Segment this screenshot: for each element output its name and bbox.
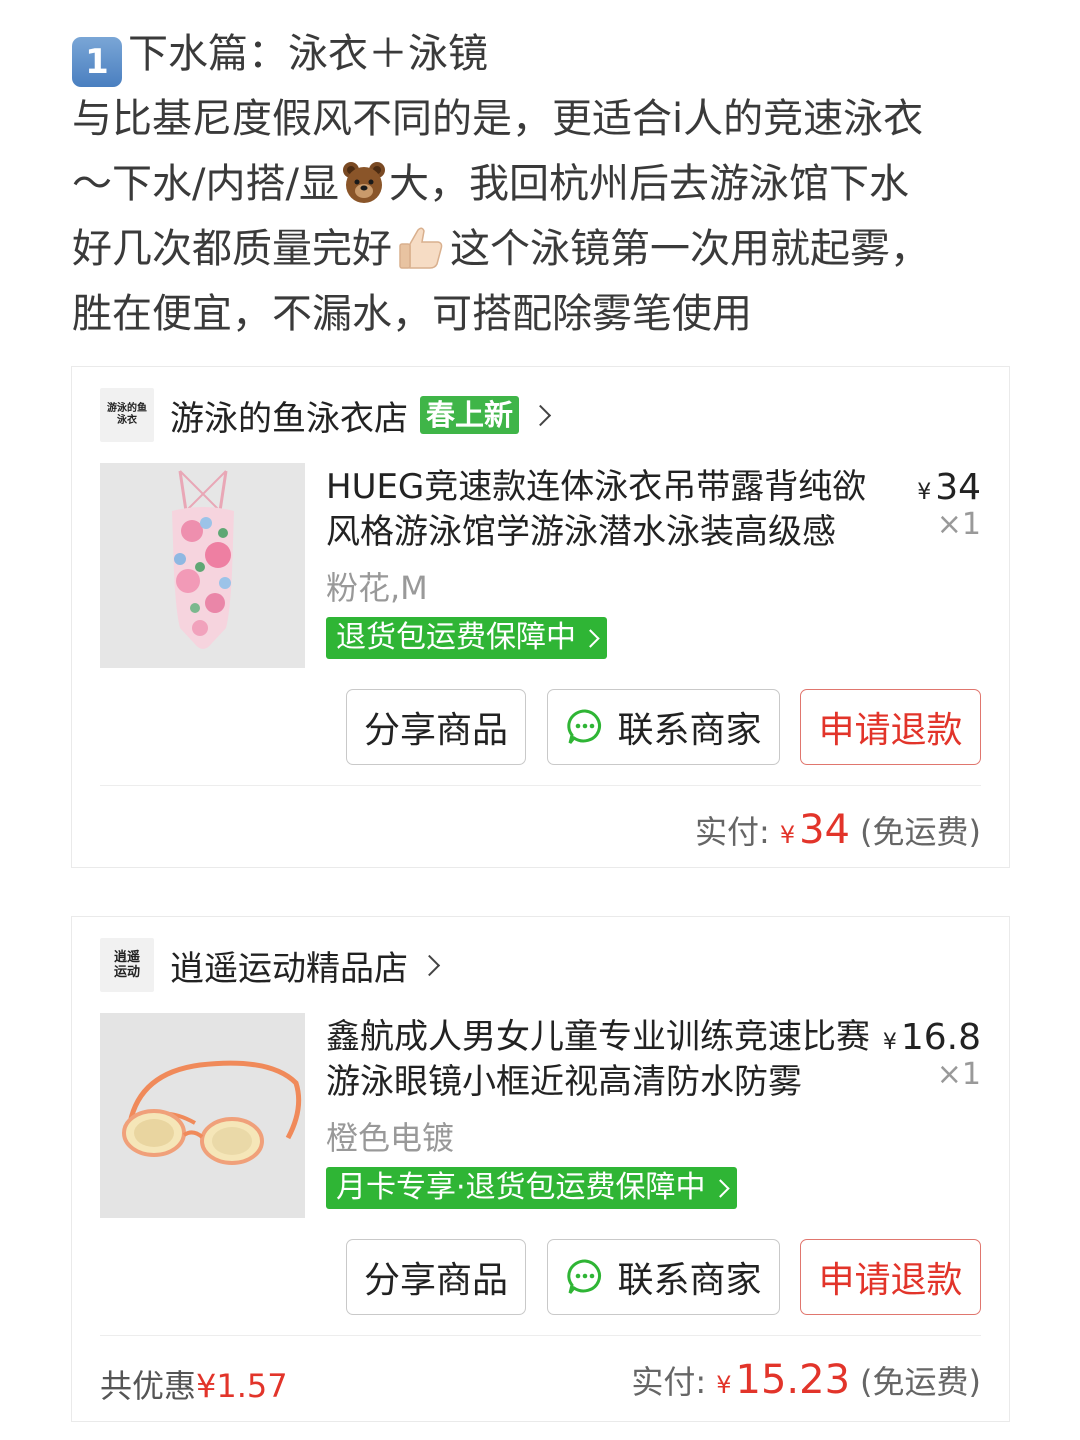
price-value: 16.8	[900, 1017, 981, 1058]
contact-seller-button[interactable]: 联系商家	[547, 689, 780, 765]
product-image-goggles[interactable]	[100, 1013, 305, 1218]
shop-tag-badge: 春上新	[420, 396, 520, 434]
product-quantity: ×1	[936, 507, 981, 542]
chevron-right-icon[interactable]	[529, 404, 552, 426]
product-image-swimsuit[interactable]	[100, 463, 305, 668]
chat-bubble-icon	[567, 709, 602, 744]
chevron-right-icon	[710, 1178, 730, 1198]
contact-seller-label: 联系商家	[617, 710, 762, 751]
price-currency: ¥	[882, 1030, 897, 1055]
guarantee-label: 月卡专享·退货包运费保障中	[336, 1170, 706, 1205]
intro-line-3a: ～下水/内搭/显	[72, 161, 339, 207]
discount-label: 共优惠	[100, 1367, 197, 1405]
shop-name[interactable]: 逍遥运动精品店	[170, 941, 408, 990]
shop-logo: 游泳的鱼 泳衣	[100, 388, 154, 442]
shop-logo-line: 泳衣	[117, 415, 137, 426]
share-product-button[interactable]: 分享商品	[346, 1239, 526, 1315]
order-total: 实付: ¥ 34 (免运费)	[695, 807, 981, 853]
product-title[interactable]: 鑫航成人男女儿童专业训练竞速比赛游泳眼镜小框近视高清防水防雾	[326, 1015, 886, 1105]
shop-header[interactable]: 游泳的鱼 泳衣 游泳的鱼泳衣店 春上新	[100, 387, 552, 443]
intro-line-2: 与比基尼度假风不同的是，更适合i人的竞速泳衣	[72, 96, 924, 142]
total-currency: ¥	[716, 1371, 732, 1399]
intro-line-4b: 这个泳镜第一次用就起雾，	[450, 226, 930, 272]
product-spec: 粉花,M	[326, 569, 428, 607]
monthly-card-guarantee-badge[interactable]: 月卡专享·退货包运费保障中	[326, 1167, 737, 1209]
chevron-right-icon	[581, 628, 600, 648]
price-currency: ¥	[917, 480, 932, 505]
shop-logo-line: 逍遥	[113, 950, 140, 965]
intro-line-3: ～下水/内搭/显 大，我回杭州后去游泳馆下水	[72, 152, 1012, 217]
contact-seller-button[interactable]: 联系商家	[547, 1239, 780, 1315]
bear-face-icon	[342, 162, 385, 203]
shop-logo: 逍遥 运动	[100, 938, 154, 992]
shop-header[interactable]: 逍遥 运动 逍遥运动精品店	[100, 937, 441, 993]
share-product-button[interactable]: 分享商品	[346, 689, 526, 765]
guarantee-label: 退货包运费保障中	[336, 620, 576, 655]
chevron-right-icon[interactable]	[418, 954, 441, 976]
number-one-badge: 1	[72, 37, 122, 87]
post-text: 1 下水篇：泳衣＋泳镜 与比基尼度假风不同的是，更适合i人的竞速泳衣 ～下水/内搭…	[72, 22, 1012, 347]
swimsuit-illustration	[100, 463, 305, 668]
request-refund-button[interactable]: 申请退款	[800, 689, 981, 765]
shop-name[interactable]: 游泳的鱼泳衣店	[170, 391, 408, 440]
request-refund-button[interactable]: 申请退款	[800, 1239, 981, 1315]
intro-line-5: 胜在便宜，不漏水，可搭配除雾笔使用	[72, 291, 752, 337]
shop-logo-line: 运动	[113, 965, 140, 980]
total-currency: ¥	[779, 821, 796, 849]
product-title[interactable]: HUEG竞速款连体泳衣吊带露背纯欲风格游泳馆学游泳潜水泳装高级感	[326, 465, 886, 555]
product-spec: 橙色电镀	[326, 1119, 455, 1157]
contact-seller-label: 联系商家	[617, 1260, 762, 1301]
order-card-goggles: 逍遥 运动 逍遥运动精品店 鑫航成人男女儿童专业训练竞速比赛游泳眼镜小框近视高清…	[71, 916, 1010, 1422]
goggles-illustration	[100, 1013, 305, 1218]
intro-heading: 下水篇：泳衣＋泳镜	[128, 31, 488, 77]
thumbs-up-icon	[399, 227, 443, 269]
total-amount: 15.23	[735, 1357, 851, 1403]
intro-line-3b: 大，我回杭州后去游泳馆下水	[388, 161, 909, 207]
order-total: 实付: ¥ 15.23 (免运费)	[631, 1357, 981, 1403]
total-label: 实付:	[695, 813, 770, 851]
intro-line-4a: 好几次都质量完好	[72, 226, 392, 272]
divider	[100, 1335, 981, 1336]
discount-value: ¥1.57	[196, 1367, 288, 1405]
return-shipping-guarantee-badge[interactable]: 退货包运费保障中	[326, 617, 607, 659]
shipping-note: (免运费)	[860, 813, 981, 851]
divider	[100, 785, 981, 786]
total-amount: 34	[799, 807, 851, 853]
intro-line-4: 好几次都质量完好 这个泳镜第一次用就起雾，	[72, 217, 1012, 282]
chat-bubble-icon	[567, 1259, 602, 1294]
intro-line-1: 1 下水篇：泳衣＋泳镜	[72, 22, 1012, 87]
shipping-note: (免运费)	[860, 1363, 981, 1401]
order-card-swimsuit: 游泳的鱼 泳衣 游泳的鱼泳衣店 春上新 HUEG竞速款连体泳衣吊带露背纯欲风格游…	[71, 366, 1010, 868]
shop-logo-line: 游泳的鱼	[107, 403, 147, 414]
total-label: 实付:	[631, 1363, 707, 1401]
price-value: 34	[935, 467, 981, 508]
product-quantity: ×1	[936, 1057, 981, 1092]
discount-summary: 共优惠¥1.57	[100, 1361, 288, 1407]
